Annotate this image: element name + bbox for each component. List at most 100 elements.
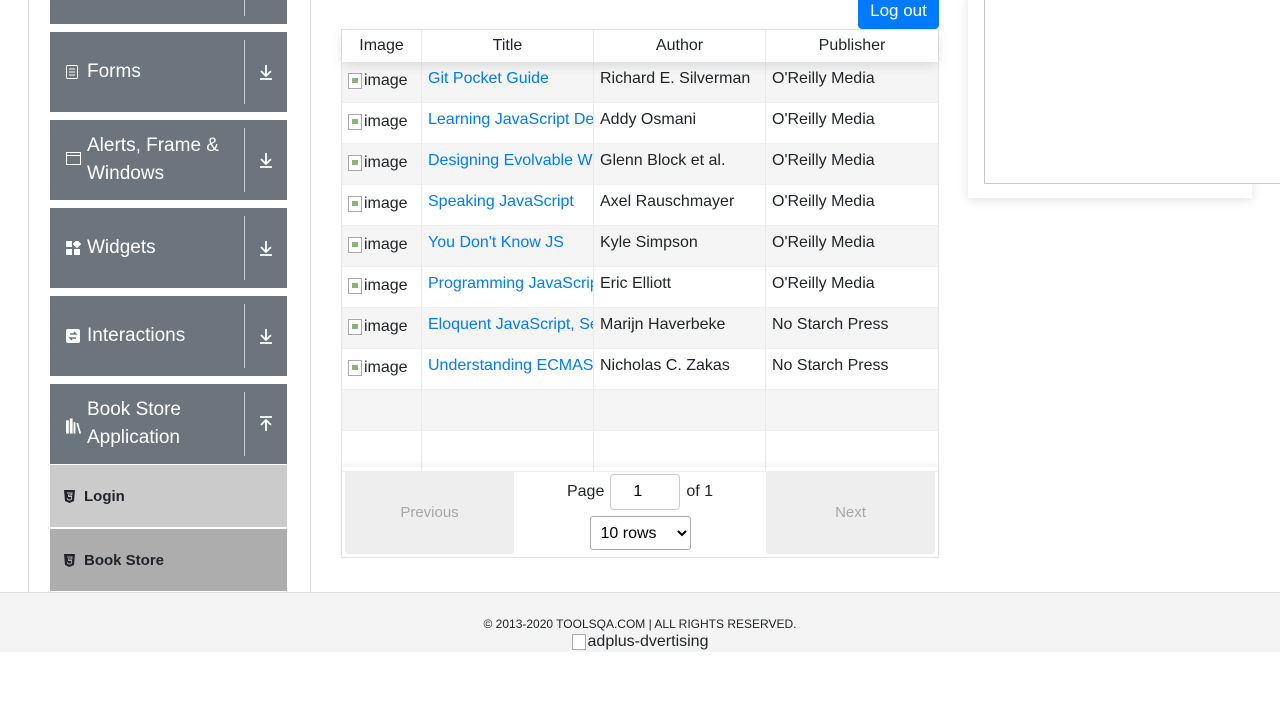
table-row: image Speaking JavaScript Axel Rauschmayer… <box>342 185 938 226</box>
cell-publisher: O'Reilly Media <box>766 103 938 143</box>
html5-icon <box>64 489 78 503</box>
book-title-link[interactable]: You Don't Know JS <box>428 234 564 251</box>
logout-button[interactable]: Log out <box>858 0 939 29</box>
group-book-store-application[interactable]: Book Store Application <box>50 384 287 464</box>
broken-image-icon <box>348 114 362 130</box>
broken-image-icon <box>571 634 586 650</box>
image-alt-text: image <box>364 359 408 376</box>
submenu-item-login[interactable]: Login <box>50 465 287 527</box>
cell-author: Richard E. Silverman <box>594 62 766 102</box>
cell-author <box>594 390 766 430</box>
group-forms[interactable]: Forms <box>50 32 287 112</box>
broken-image-icon <box>348 73 362 89</box>
ad-alt-text: adplus-dvertising <box>587 633 709 650</box>
download-arrow-icon[interactable] <box>245 32 287 112</box>
image-alt-text: image <box>364 236 408 253</box>
table-row: image Eloquent JavaScript, Second Edition… <box>342 308 938 349</box>
book-author: Richard E. Silverman <box>600 70 751 87</box>
column-header-publisher[interactable]: Publisher <box>766 30 938 62</box>
book-cover-image: image <box>348 195 408 213</box>
book-publisher: O'Reilly Media <box>772 152 875 169</box>
document-icon <box>66 65 83 79</box>
book-publisher: No Starch Press <box>772 316 889 333</box>
cell-author: Axel Rauschmayer <box>594 185 766 225</box>
table-row: image Designing Evolvable Web APIs with A… <box>342 144 938 185</box>
upload-arrow-icon[interactable] <box>245 384 287 464</box>
book-title-link[interactable]: Designing Evolvable Web APIs with ASP.NE… <box>428 152 593 169</box>
pagination: Previous Page of 1 10 rows Next <box>342 467 938 557</box>
book-title-link[interactable]: Git Pocket Guide <box>428 70 549 87</box>
cell-title: Learning JavaScript Design Patterns <box>422 103 594 143</box>
ad-image[interactable]: adplus-dvertising <box>571 633 709 651</box>
book-title-link[interactable]: Learning JavaScript Design Patterns <box>428 111 593 128</box>
book-author: Kyle Simpson <box>600 234 698 251</box>
group-alerts-frame-windows[interactable]: Alerts, Frame & Windows <box>50 120 287 200</box>
cell-author: Addy Osmani <box>594 103 766 143</box>
book-author: Axel Rauschmayer <box>600 193 735 210</box>
submenu-label: Book Store <box>84 551 165 569</box>
book-publisher: O'Reilly Media <box>772 193 875 210</box>
table-row: image Programming JavaScript Applications… <box>342 267 938 308</box>
submenu-item-book-store[interactable]: Book Store <box>50 529 287 591</box>
group-widgets[interactable]: Widgets <box>50 208 287 288</box>
cell-author: Eric Elliott <box>594 267 766 307</box>
broken-image-icon <box>348 319 362 335</box>
download-arrow-icon[interactable] <box>245 296 287 376</box>
column-header-image[interactable]: Image <box>342 30 422 62</box>
cell-image: image <box>342 349 422 389</box>
cell-title: Git Pocket Guide <box>422 62 594 102</box>
cell-title: Understanding ECMAScript 6 <box>422 349 594 389</box>
cell-author: Nicholas C. Zakas <box>594 349 766 389</box>
book-author: Addy Osmani <box>600 111 697 128</box>
widgets-icon <box>66 240 83 256</box>
download-arrow-icon[interactable] <box>245 208 287 288</box>
cell-title: Designing Evolvable Web APIs with ASP.NE… <box>422 144 594 184</box>
broken-image-icon <box>348 360 362 376</box>
book-cover-image: image <box>348 277 408 295</box>
cell-title: Eloquent JavaScript, Second Edition <box>422 308 594 348</box>
cell-publisher: No Starch Press <box>766 349 938 389</box>
cell-publisher: No Starch Press <box>766 308 938 348</box>
book-cover-image: image <box>348 318 408 336</box>
table-header: Image Title Author Publisher <box>342 30 938 62</box>
rows-per-page-select[interactable]: 10 rows <box>589 516 691 550</box>
book-author: Eric Elliott <box>600 275 672 292</box>
interactions-icon <box>66 329 83 343</box>
cell-title <box>422 390 594 430</box>
cell-publisher <box>766 390 938 430</box>
book-publisher: No Starch Press <box>772 357 889 374</box>
books-icon <box>66 418 83 434</box>
column-header-title[interactable]: Title <box>422 30 594 62</box>
image-alt-text: image <box>364 113 408 130</box>
next-button[interactable]: Next <box>766 470 935 554</box>
book-title-link[interactable]: Speaking JavaScript <box>428 193 574 210</box>
table-body: image Git Pocket Guide Richard E. Silverma… <box>342 62 938 472</box>
cell-publisher: O'Reilly Media <box>766 144 938 184</box>
books-table: Image Title Author Publisher image Git Po… <box>341 29 939 558</box>
cell-publisher <box>766 431 938 471</box>
previous-button[interactable]: Previous <box>345 470 514 554</box>
page-number-input[interactable] <box>610 474 681 510</box>
column-header-author[interactable]: Author <box>594 30 766 62</box>
broken-image-icon <box>348 237 362 253</box>
book-title-link[interactable]: Eloquent JavaScript, Second Edition <box>428 316 593 333</box>
cell-image: image <box>342 185 422 225</box>
book-title-link[interactable]: Understanding ECMAScript 6 <box>428 357 593 374</box>
submenu-label: Login <box>84 487 125 505</box>
cell-publisher: O'Reilly Media <box>766 267 938 307</box>
book-title-link[interactable]: Programming JavaScript Applications <box>428 275 593 292</box>
table-row <box>342 390 938 431</box>
cell-author: Kyle Simpson <box>594 226 766 266</box>
group-label: Forms <box>87 61 141 82</box>
broken-image-icon <box>348 155 362 171</box>
table-row: image Git Pocket Guide Richard E. Silverma… <box>342 62 938 103</box>
book-author: Marijn Haverbeke <box>600 316 726 333</box>
group-interactions[interactable]: Interactions <box>50 296 287 376</box>
table-row: image Learning JavaScript Design Patterns… <box>342 103 938 144</box>
book-publisher: O'Reilly Media <box>772 275 875 292</box>
book-cover-image: image <box>348 359 408 377</box>
book-author: Nicholas C. Zakas <box>600 357 730 374</box>
download-arrow-icon[interactable] <box>245 120 287 200</box>
group-elements-partial[interactable] <box>50 0 287 24</box>
html5-icon <box>64 553 78 567</box>
